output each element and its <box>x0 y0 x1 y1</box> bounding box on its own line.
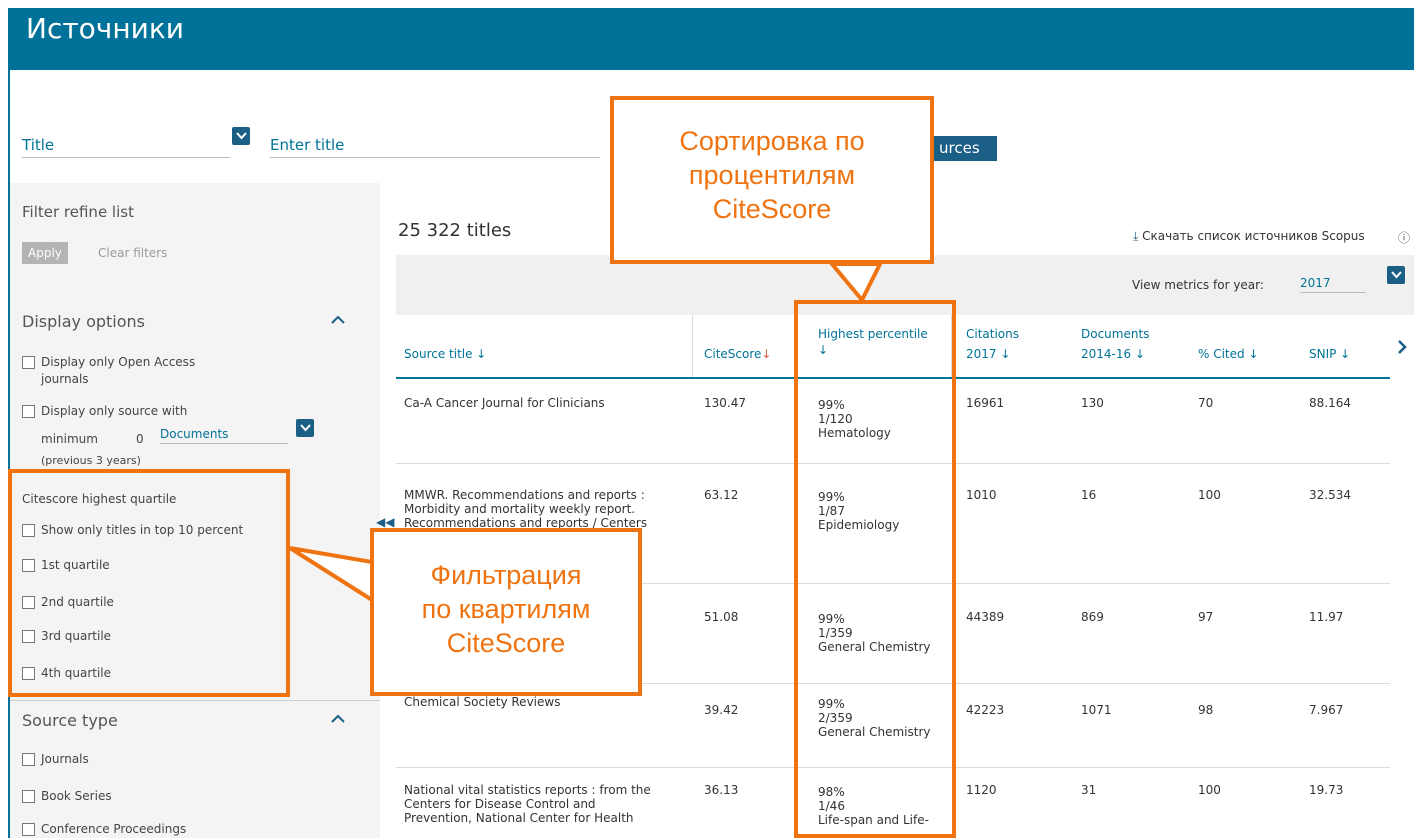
source-title-link[interactable]: Centers for Disease Control and <box>404 797 690 811</box>
metrics-year-select[interactable]: 2017 <box>1300 276 1366 293</box>
source-type-heading: Source type <box>22 711 118 730</box>
col-documents[interactable]: Documents <box>1081 326 1149 342</box>
sidebar-divider <box>10 700 380 701</box>
journals-label: Journals <box>41 752 89 766</box>
chevron-down-icon <box>299 424 311 432</box>
cell-documents: 16 <box>1081 488 1097 502</box>
minimum-value[interactable]: 0 <box>136 432 144 446</box>
download-icon: ⤓ <box>1133 229 1139 243</box>
chevron-down-icon <box>235 132 247 140</box>
col-citations[interactable]: Citations <box>966 326 1019 342</box>
find-sources-button[interactable]: urces <box>927 136 997 161</box>
info-icon[interactable]: ⓘ <box>1398 229 1410 246</box>
cell-cited: 70 <box>1198 396 1214 410</box>
search-field-select[interactable]: Title <box>22 136 230 158</box>
cell-snip: 88.164 <box>1309 396 1351 410</box>
source-title-link[interactable]: Morbidity and mortality weekly report. <box>404 502 690 516</box>
cell-cited: 100 <box>1198 783 1221 797</box>
page-title: Источники <box>26 12 184 45</box>
cell-snip: 19.73 <box>1309 783 1344 797</box>
col-citescore[interactable]: CiteScore↓ <box>704 346 771 362</box>
sort-callout-line: процентилям <box>688 160 856 190</box>
filter-callout: Фильтрация по квартилям CiteScore <box>370 528 642 696</box>
sort-callout-line: CiteScore <box>712 194 832 224</box>
source-title-link[interactable]: Prevention, National Center for Health <box>404 811 690 825</box>
chevron-down-icon <box>1390 271 1402 279</box>
clear-filters-link[interactable]: Clear filters <box>98 246 167 260</box>
source-title-link[interactable]: Chemical Society Reviews <box>404 695 690 709</box>
filter-callout-line: по квартилям <box>421 594 591 624</box>
documents-select[interactable]: Documents <box>160 427 288 444</box>
sort-callout-line: Сортировка по <box>679 126 865 156</box>
metrics-year-label: View metrics for year: <box>1132 278 1264 292</box>
cell-citations: 16961 <box>966 396 1005 410</box>
cell-documents: 869 <box>1081 610 1104 624</box>
percentile-highlight-box <box>794 300 956 838</box>
cell-citescore: 63.12 <box>704 488 739 502</box>
cell-citations: 1010 <box>966 488 997 502</box>
cell-snip: 11.97 <box>1309 610 1344 624</box>
source-title-link[interactable]: Ca-A Cancer Journal for Clinicians <box>404 396 690 410</box>
conference-checkbox[interactable] <box>22 823 35 836</box>
previous-years-note: (previous 3 years) <box>41 454 141 467</box>
header-separator <box>692 315 693 377</box>
cell-citescore: 51.08 <box>704 610 739 624</box>
open-access-label: Display only Open Access <box>41 355 196 369</box>
minimum-label: minimum <box>41 432 98 446</box>
filter-title: Filter refine list <box>22 203 134 221</box>
col-cited[interactable]: % Cited ↓ <box>1198 346 1259 362</box>
documents-dropdown-button[interactable] <box>296 419 314 437</box>
cell-citescore: 39.42 <box>704 703 739 717</box>
results-count: 25 322 titles <box>398 220 512 241</box>
book-series-checkbox[interactable] <box>22 790 35 803</box>
cell-snip: 32.534 <box>1309 488 1351 502</box>
download-label: Скачать список источников Scopus <box>1142 229 1365 243</box>
open-access-label-2: journals <box>41 372 89 386</box>
sort-callout: Сортировка по процентилям CiteScore <box>610 96 934 264</box>
cell-citations: 1120 <box>966 783 997 797</box>
cell-documents: 130 <box>1081 396 1104 410</box>
col-documents-years[interactable]: 2014-16 ↓ <box>1081 346 1145 362</box>
cell-cited: 98 <box>1198 703 1214 717</box>
chevron-up-icon[interactable] <box>330 314 346 324</box>
field-dropdown-button[interactable] <box>232 127 250 145</box>
page-header <box>8 8 1414 70</box>
col-citescore-label: CiteScore <box>704 347 762 361</box>
cell-cited: 100 <box>1198 488 1221 502</box>
collapse-sidebar-icon[interactable]: ◀◀ <box>376 515 394 529</box>
cell-documents: 1071 <box>1081 703 1112 717</box>
col-citations-year[interactable]: 2017 ↓ <box>966 346 1010 362</box>
apply-button[interactable]: Apply <box>22 242 68 264</box>
journals-checkbox[interactable] <box>22 753 35 766</box>
chevron-up-icon[interactable] <box>330 713 346 723</box>
min-source-checkbox[interactable] <box>22 405 35 418</box>
conference-label: Conference Proceedings <box>41 822 187 836</box>
search-input[interactable]: Enter title <box>270 136 600 158</box>
source-title-link[interactable]: MMWR. Recommendations and reports : <box>404 488 690 502</box>
metrics-year-dropdown-button[interactable] <box>1387 266 1405 284</box>
source-title-link[interactable]: National vital statistics reports : from… <box>404 783 690 797</box>
quartile-highlight-box <box>8 469 290 697</box>
sort-arrow-icon: ↓ <box>761 347 772 361</box>
cell-snip: 7.967 <box>1309 703 1344 717</box>
col-snip[interactable]: SNIP ↓ <box>1309 346 1350 362</box>
cell-documents: 31 <box>1081 783 1097 797</box>
min-source-label: Display only source with <box>41 404 188 418</box>
download-link[interactable]: ⤓ Скачать список источников Scopus <box>1133 229 1365 244</box>
filter-callout-line: CiteScore <box>446 628 566 658</box>
cell-citations: 44389 <box>966 610 1005 624</box>
cell-citescore: 130.47 <box>704 396 746 410</box>
open-access-checkbox[interactable] <box>22 356 35 369</box>
col-source-title[interactable]: Source title ↓ <box>404 346 486 362</box>
cell-citations: 42223 <box>966 703 1005 717</box>
cell-cited: 97 <box>1198 610 1214 624</box>
chevron-right-icon[interactable] <box>1395 338 1409 356</box>
cell-citescore: 36.13 <box>704 783 739 797</box>
display-options-heading: Display options <box>22 312 145 331</box>
filter-callout-line: Фильтрация <box>430 560 582 590</box>
book-series-label: Book Series <box>41 789 112 803</box>
